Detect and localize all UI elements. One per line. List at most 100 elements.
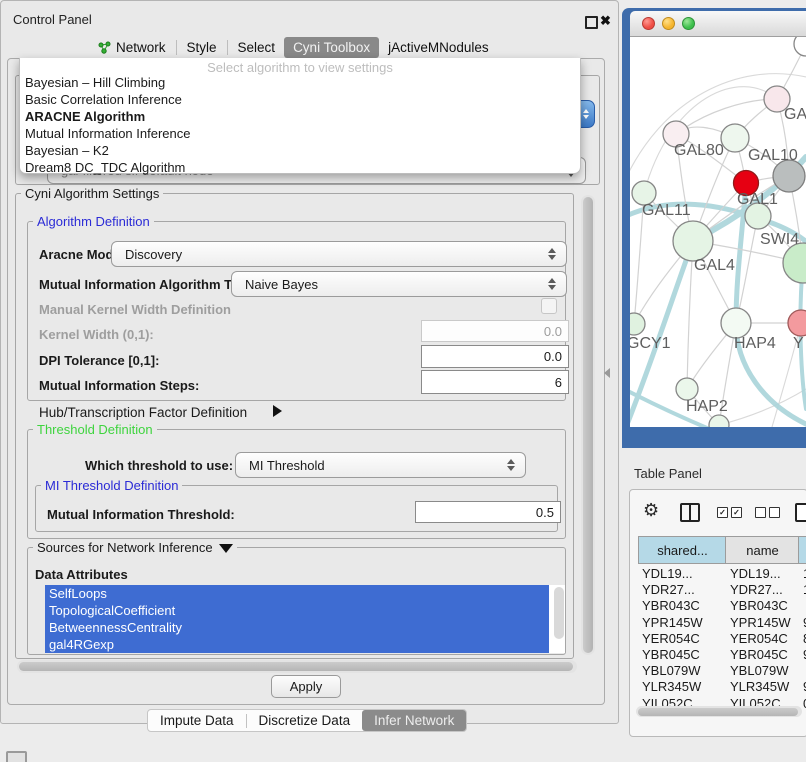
node-label: GAL10 [748, 147, 798, 165]
split-columns-icon[interactable] [680, 503, 700, 522]
panel-divider-grip[interactable] [604, 368, 610, 378]
network-node-gal4[interactable] [673, 221, 713, 261]
table-row[interactable]: YLR345W YLR345W 9. [630, 679, 806, 695]
collapse-arrow-icon[interactable] [219, 544, 233, 553]
node-label: GCY1 [630, 335, 671, 353]
table-row[interactable]: YDL19... YDL19... 13 [630, 566, 806, 582]
aracne-mode-combo[interactable]: Discovery [111, 241, 567, 267]
node-label: GAL [784, 106, 806, 124]
close-traffic-light-icon[interactable] [642, 17, 655, 30]
network-node[interactable] [794, 37, 806, 56]
tab-select-label: Select [238, 40, 276, 55]
expand-arrow-icon[interactable] [273, 405, 282, 417]
network-node-hap4[interactable] [721, 308, 751, 338]
algorithm-dropdown-placeholder: Select algorithm to view settings [20, 60, 580, 75]
hub-definition-label: Hub/Transcription Factor Definition [39, 405, 247, 420]
dropdown-item[interactable]: Bayesian – K2 [25, 143, 109, 159]
dpi-tolerance-value: 0.0 [544, 349, 562, 364]
teal-edges [630, 157, 806, 427]
threshold-definition-title: Threshold Definition [33, 423, 157, 437]
tab-select[interactable]: Select [229, 37, 285, 58]
table-horizontal-scrollbar[interactable] [636, 706, 802, 717]
cell-name: YER054C [730, 631, 788, 646]
which-threshold-value: MI Threshold [249, 458, 325, 473]
kernel-width-field[interactable]: 0.0 [421, 320, 569, 342]
minimize-traffic-light-icon[interactable] [662, 17, 675, 30]
node-label: GAL80 [674, 142, 724, 160]
network-window-titlebar[interactable] [630, 11, 806, 37]
tab-impute-data[interactable]: Impute Data [148, 711, 246, 730]
dropdown-item[interactable]: Dream8 DC_TDC Algorithm [25, 160, 185, 176]
tab-style[interactable]: Style [178, 37, 226, 58]
float-window-icon[interactable] [585, 16, 598, 29]
tab-cyni-toolbox[interactable]: Cyni Toolbox [284, 37, 379, 58]
mi-threshold-field[interactable]: 0.5 [415, 501, 561, 523]
cell-name: YDR27... [730, 582, 783, 597]
tab-infer-network[interactable]: Infer Network [362, 710, 466, 731]
column-header-shared-name[interactable]: shared... [638, 536, 727, 564]
cell-shared-name: YLR345W [642, 679, 701, 694]
column-header-label: name [746, 543, 779, 558]
screen: Control Panel ✖ Network Sty [0, 0, 806, 762]
mi-threshold-label: Mutual Information Threshold: [47, 507, 235, 522]
gear-icon[interactable]: ⚙ [643, 501, 659, 519]
aracne-mode-value: Discovery [125, 247, 182, 262]
network-node-gcy1[interactable] [630, 313, 645, 335]
sources-group-title-row: Sources for Network Inference [33, 541, 237, 555]
network-node-gal10[interactable] [721, 124, 749, 152]
table-row[interactable]: YPR145W YPR145W 9. [630, 615, 806, 631]
tab-impute-data-label: Impute Data [160, 713, 234, 728]
data-attributes-list: SelfLoops TopologicalCoefficient Between… [45, 585, 565, 653]
tab-infer-network-label: Infer Network [374, 713, 454, 728]
cell-shared-name: YBL079W [642, 663, 701, 678]
close-icon[interactable]: ✖ [600, 13, 611, 29]
dropdown-item[interactable]: Mutual Information Inference [25, 126, 190, 142]
table-row[interactable]: YBR043C YBR043C [630, 598, 806, 614]
network-canvas[interactable]: GAL GAL80 GAL10 GAL1 GAL11 SWI4 GAL4 GCY… [630, 37, 806, 427]
list-item[interactable]: TopologicalCoefficient [45, 602, 549, 619]
dropdown-item-selected[interactable]: ARACNE Algorithm [25, 109, 145, 125]
tab-discretize-data[interactable]: Discretize Data [247, 711, 363, 730]
mi-algorithm-type-combo[interactable]: Naive Bayes [231, 271, 567, 297]
list-item[interactable]: SelfLoops [45, 585, 549, 602]
mi-steps-field[interactable]: 6 [421, 370, 569, 394]
network-node[interactable] [788, 310, 806, 336]
list-item[interactable]: gal4RGexp [45, 636, 549, 653]
table-row[interactable]: YBL079W YBL079W [630, 663, 806, 679]
manual-kernel-width-checkbox[interactable] [541, 298, 557, 314]
new-column-icon[interactable] [795, 503, 806, 522]
dropdown-item[interactable]: Bayesian – Hill Climbing [25, 75, 165, 91]
network-node[interactable] [783, 243, 806, 283]
sources-group-title: Sources for Network Inference [37, 541, 213, 555]
select-all-columns-icon[interactable]: ✓✓ [717, 507, 742, 518]
network-node-hap2[interactable] [676, 378, 698, 400]
settings-vertical-scrollbar[interactable] [581, 195, 595, 655]
column-header-clipped[interactable]: A [798, 536, 806, 564]
mi-algorithm-type-value: Naive Bayes [245, 277, 318, 292]
which-threshold-combo[interactable]: MI Threshold [235, 452, 526, 478]
settings-horizontal-scrollbar[interactable] [17, 660, 577, 673]
list-scrollbar[interactable] [554, 587, 564, 639]
cell-name: YBR043C [730, 598, 788, 613]
deselect-all-columns-icon[interactable] [755, 507, 780, 518]
list-item[interactable]: BetweennessCentrality [45, 619, 549, 636]
mi-threshold-value: 0.5 [536, 505, 554, 520]
table-row[interactable]: YER054C YER054C 8. [630, 631, 806, 647]
tab-network[interactable]: Network [89, 37, 175, 58]
zoom-traffic-light-icon[interactable] [682, 17, 695, 30]
table-row[interactable]: YDR27... YDR27... 12 [630, 582, 806, 598]
kernel-width-label: Kernel Width (0,1): [39, 327, 154, 342]
collapsed-panel-icon[interactable] [6, 751, 27, 762]
dpi-tolerance-field[interactable]: 0.0 [421, 345, 569, 368]
dropdown-item[interactable]: Basic Correlation Inference [25, 92, 182, 108]
dpi-tolerance-label: DPI Tolerance [0,1]: [39, 353, 159, 368]
cell-shared-name: YBR045C [642, 647, 700, 662]
cell-name: YDL19... [730, 566, 781, 581]
cell-name: YPR145W [730, 615, 791, 630]
table-row[interactable]: YBR045C YBR045C 9. [630, 647, 806, 663]
tab-jactivemnodules[interactable]: jActiveMNodules [379, 37, 498, 58]
manual-kernel-width-label: Manual Kernel Width Definition [39, 302, 231, 317]
mi-algorithm-type-label: Mutual Information Algorithm Type: [39, 277, 258, 292]
apply-button[interactable]: Apply [271, 675, 341, 698]
column-header-name[interactable]: name [725, 536, 800, 564]
